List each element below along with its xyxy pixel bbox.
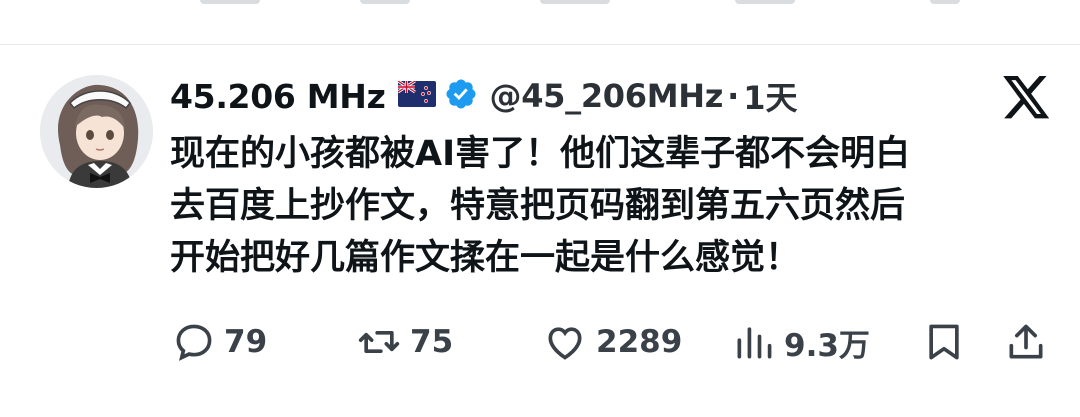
repost-button[interactable]: 75: [356, 318, 453, 366]
bookmark-icon: [922, 320, 966, 364]
separator: ·: [727, 77, 740, 115]
like-count: 2289: [596, 324, 683, 360]
previous-tweet-remnant: [0, 0, 1080, 14]
bookmark-button[interactable]: [922, 318, 966, 366]
tweet-header: 45.206 MHz @45_206MHz · 1天: [170, 72, 798, 120]
tweet-text-line: 去百度上抄作文，特意把页码翻到第五六页然后: [170, 186, 906, 226]
reply-bubble-icon: [172, 320, 216, 364]
reply-button[interactable]: 79: [172, 318, 267, 366]
timestamp[interactable]: 1天: [743, 73, 797, 119]
x-logo-icon[interactable]: [1002, 76, 1052, 124]
handle[interactable]: @45_206MHz: [490, 77, 724, 115]
like-button[interactable]: 2289: [542, 318, 682, 366]
divider: [0, 44, 1080, 45]
new-zealand-flag-icon: [396, 79, 436, 111]
share-button[interactable]: [1004, 318, 1048, 366]
tweet-text-line: 开始把好几篇作文揉在一起是什么感觉！: [170, 238, 801, 278]
tweet-text: 现在的小孩都被AI害了！他们这辈子都不会明白 去百度上抄作文，特意把页码翻到第五…: [170, 128, 1050, 284]
views-count: 9.3万: [784, 327, 870, 364]
display-name[interactable]: 45.206 MHz: [170, 77, 386, 116]
heart-icon: [542, 320, 588, 364]
views-button[interactable]: 9.3万: [732, 318, 870, 366]
reply-count: 79: [224, 324, 268, 360]
tweet-text-line: 现在的小孩都被AI害了！他们这辈子都不会明白: [170, 134, 911, 174]
share-upload-icon: [1004, 320, 1048, 364]
avatar[interactable]: [40, 75, 153, 188]
views-bar-chart-icon: [732, 320, 776, 364]
repost-arrows-icon: [356, 320, 402, 364]
repost-count: 75: [410, 324, 454, 360]
verified-badge-icon: [444, 77, 478, 115]
action-bar: 79 75 2289 9.3万: [170, 318, 1050, 366]
